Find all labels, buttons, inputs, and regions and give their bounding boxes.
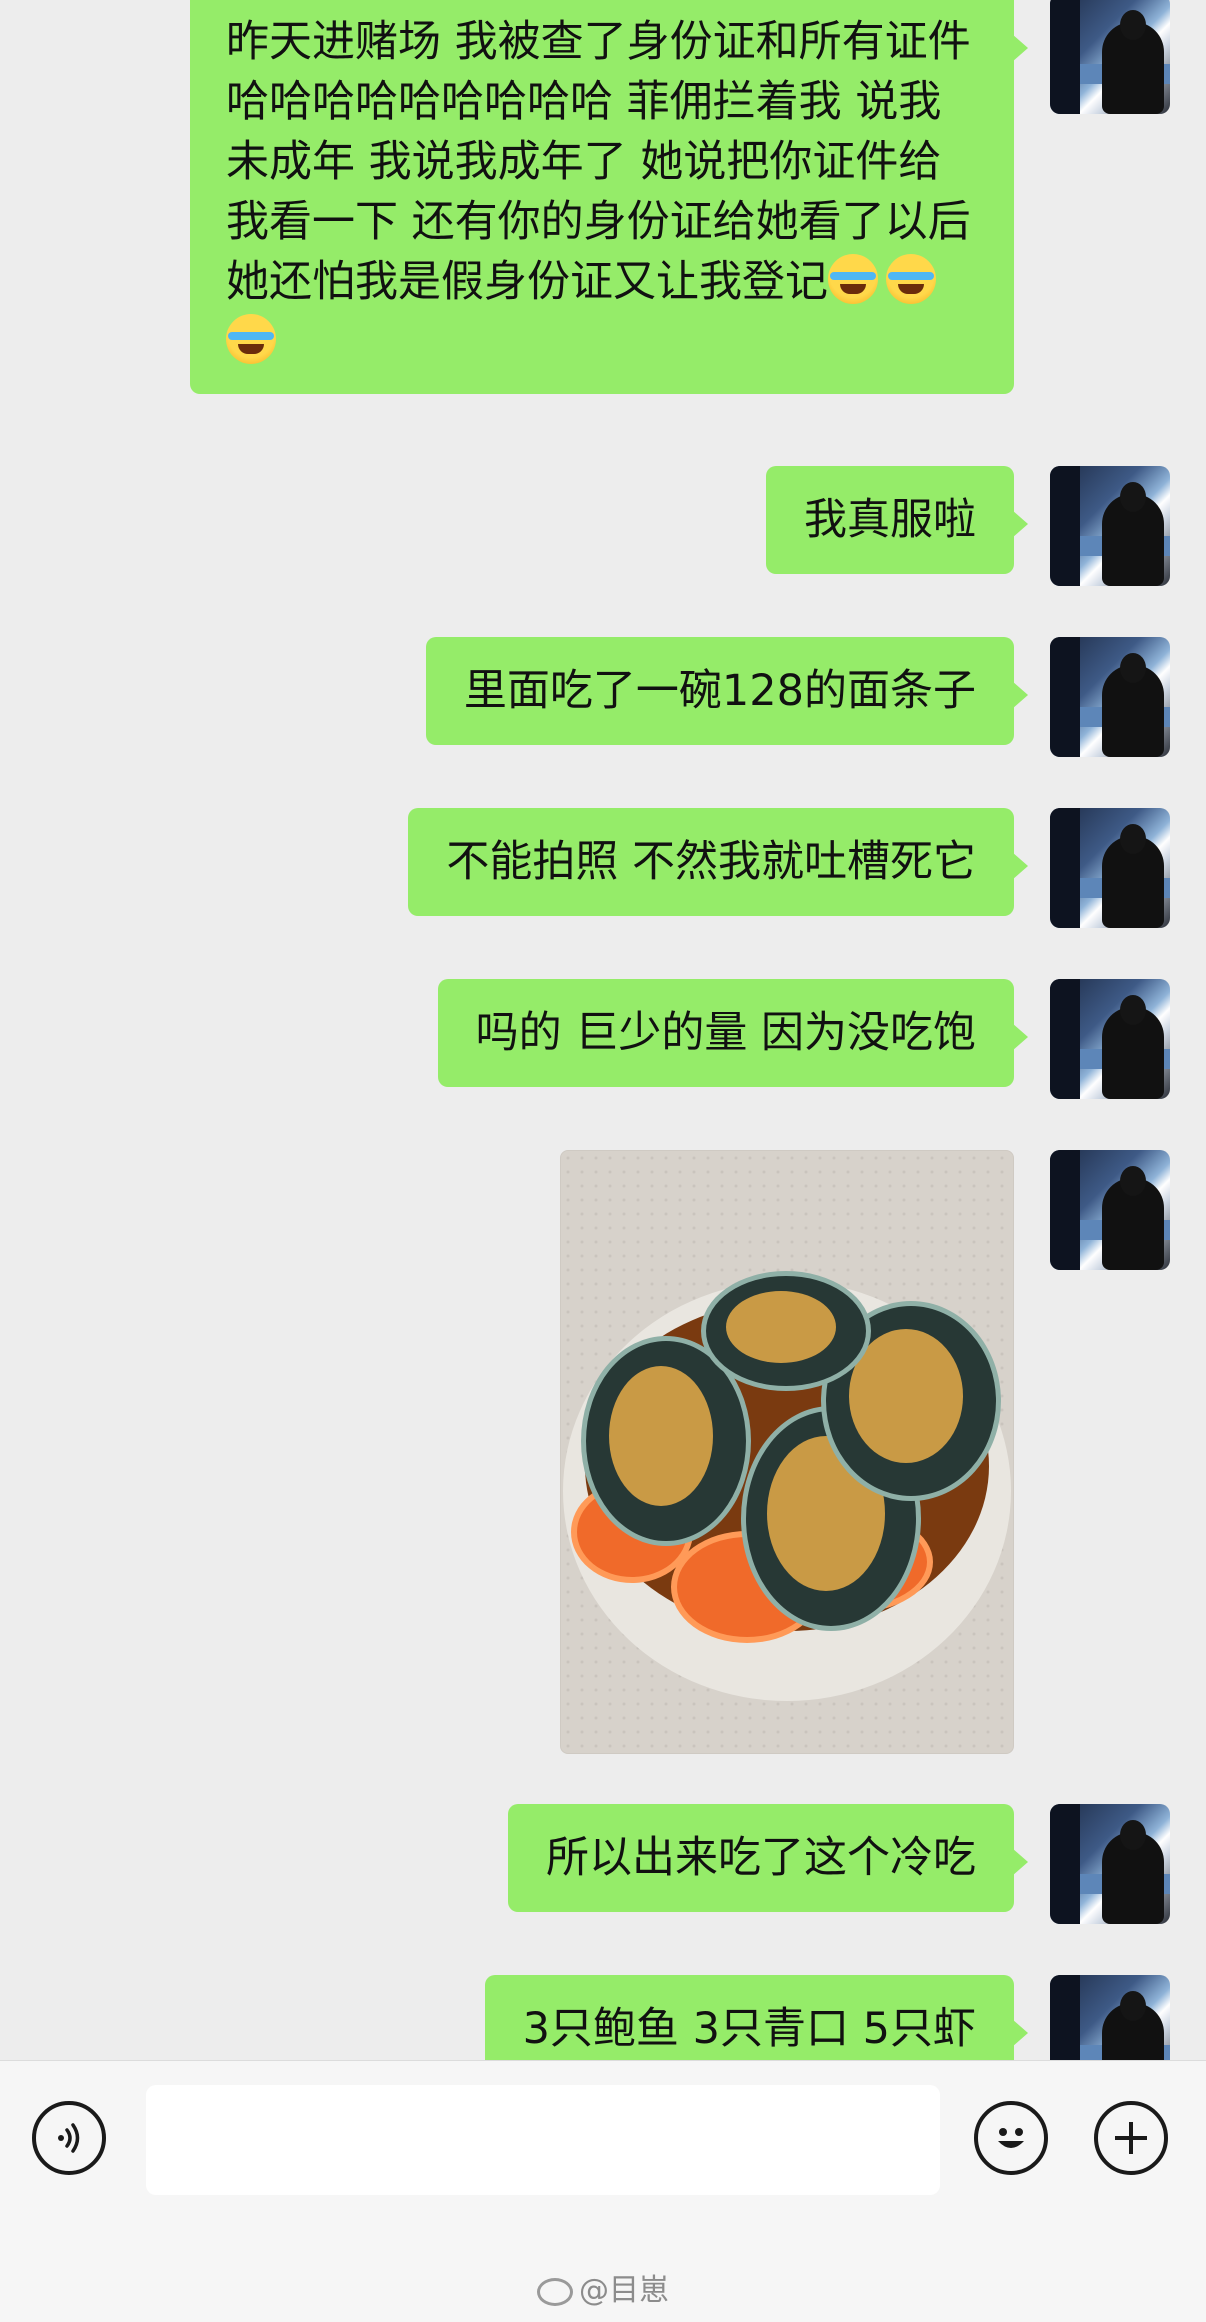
avatar[interactable] <box>1050 1150 1170 1270</box>
message-input[interactable] <box>146 2085 940 2195</box>
avatar[interactable] <box>1050 808 1170 928</box>
crying-laughing-emoji-icon <box>226 314 276 364</box>
abalone-meat-shape <box>609 1366 713 1506</box>
voice-icon <box>58 2123 80 2153</box>
avatar[interactable] <box>1050 979 1170 1099</box>
voice-button[interactable] <box>32 2101 106 2175</box>
weibo-icon <box>537 2278 573 2306</box>
mussel-meat-shape <box>726 1291 836 1363</box>
weibo-watermark: @目崽 <box>0 2265 1206 2309</box>
message-bubble[interactable]: 不能拍照 不然我就吐槽死它 <box>408 808 1028 916</box>
chat-area[interactable]: 昨天进赌场 我被查了身份证和所有证件 哈哈哈哈哈哈哈哈哈 菲佣拦着我 说我未成年… <box>0 0 1206 2060</box>
more-button[interactable] <box>1094 2101 1168 2175</box>
message-text: 3只鲍鱼 3只青口 5只虾 <box>522 2004 976 2054</box>
avatar[interactable] <box>1050 637 1170 757</box>
avatar[interactable] <box>1050 1804 1170 1924</box>
message-text: 所以出来吃了这个冷吃 <box>546 1833 976 1883</box>
message-bubble[interactable]: 3只鲍鱼 3只青口 5只虾 <box>484 1975 1029 2060</box>
message-text: 不能拍照 不然我就吐槽死它 <box>446 837 976 887</box>
message-bubble[interactable]: 里面吃了一碗128的面条子 <box>425 637 1029 745</box>
watermark-text: @目崽 <box>579 2273 669 2308</box>
crying-laughing-emoji-icon <box>886 254 936 304</box>
message-bubble[interactable]: 昨天进赌场 我被查了身份证和所有证件 哈哈哈哈哈哈哈哈哈 菲佣拦着我 说我未成年… <box>190 0 1028 394</box>
avatar[interactable] <box>1050 0 1170 114</box>
emoji-button[interactable] <box>974 2101 1048 2175</box>
food-photo[interactable] <box>560 1150 1014 1754</box>
crying-laughing-emoji-icon <box>828 254 878 304</box>
message-bubble[interactable]: 所以出来吃了这个冷吃 <box>508 1804 1028 1912</box>
avatar[interactable] <box>1050 1975 1170 2060</box>
message-text: 吗的 巨少的量 因为没吃饱 <box>475 1008 976 1058</box>
message-bubble[interactable]: 吗的 巨少的量 因为没吃饱 <box>437 979 1029 1087</box>
message-bubble[interactable]: 我真服啦 <box>766 466 1028 574</box>
avatar[interactable] <box>1050 466 1170 586</box>
message-text: 里面吃了一碗128的面条子 <box>463 666 976 716</box>
plus-icon <box>1115 2122 1147 2154</box>
smiley-icon <box>998 2128 1024 2148</box>
message-text: 我真服啦 <box>804 495 976 545</box>
